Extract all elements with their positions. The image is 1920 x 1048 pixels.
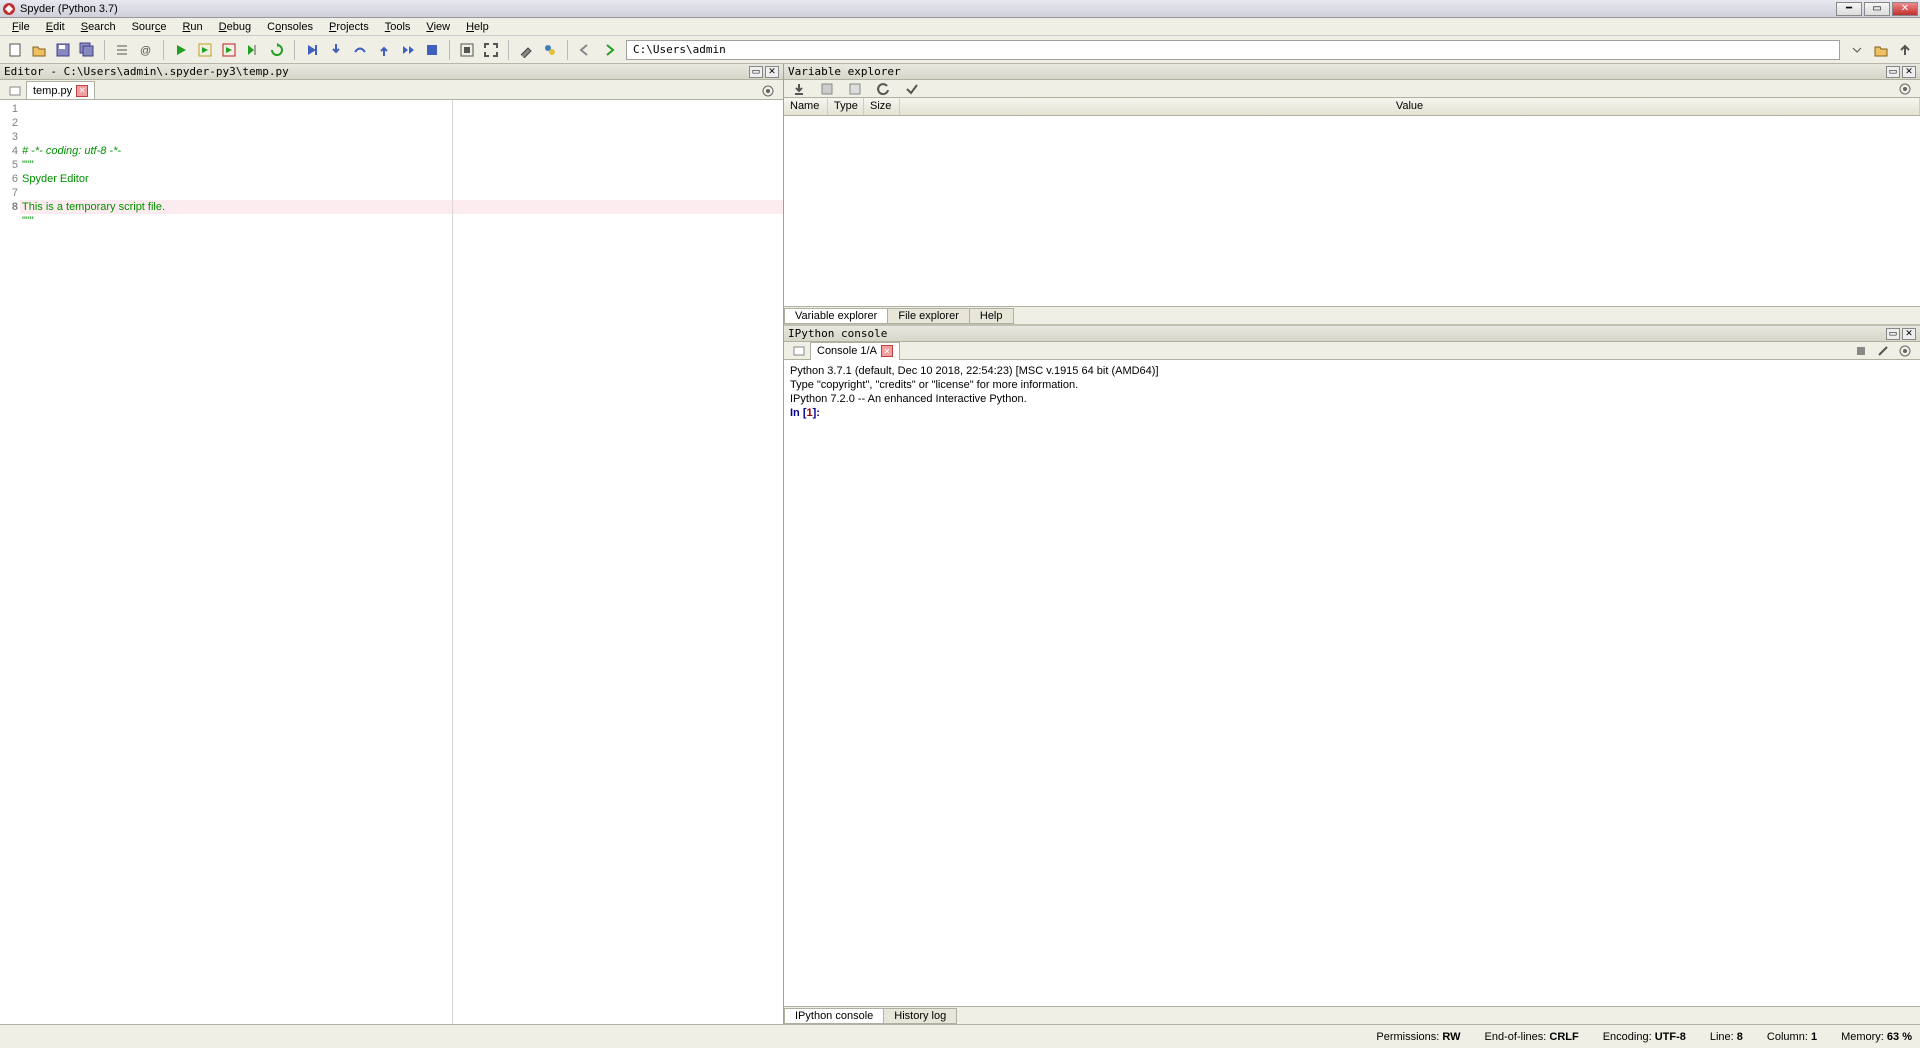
tab-history-log[interactable]: History log <box>883 1008 957 1024</box>
at-icon[interactable]: @ <box>135 39 157 61</box>
ipython-console-pane: IPython console ▭ ✕ Console 1/A ✕ Python… <box>784 326 1920 1024</box>
run-icon[interactable] <box>170 39 192 61</box>
forward-icon[interactable] <box>598 39 620 61</box>
tab-label: temp.py <box>33 85 72 97</box>
continue-icon[interactable] <box>397 39 419 61</box>
pythonpath-icon[interactable] <box>539 39 561 61</box>
maximize-button[interactable]: ▭ <box>1864 2 1890 16</box>
editor-pane: Editor - C:\Users\admin\.spyder-py3\temp… <box>0 64 784 1024</box>
status-permissions: Permissions: RW <box>1376 1031 1460 1043</box>
dropdown-icon[interactable] <box>1846 39 1868 61</box>
clear-console-icon[interactable] <box>1872 340 1894 362</box>
variable-table[interactable]: Name Type Size Value <box>784 98 1920 306</box>
variable-explorer-pane: Variable explorer ▭ ✕ Name Type Size Val… <box>784 64 1920 326</box>
debug-icon[interactable] <box>301 39 323 61</box>
tab-ipython-console[interactable]: IPython console <box>784 1008 884 1024</box>
menu-source[interactable]: Source <box>124 19 175 35</box>
ipy-undock-icon[interactable]: ▭ <box>1886 328 1900 340</box>
parent-dir-icon[interactable] <box>1894 39 1916 61</box>
spyder-icon <box>2 2 16 16</box>
stop-kernel-icon[interactable] <box>1850 340 1872 362</box>
rerun-icon[interactable] <box>266 39 288 61</box>
col-name[interactable]: Name <box>784 98 828 115</box>
tab-help[interactable]: Help <box>969 308 1014 324</box>
menu-edit[interactable]: Edit <box>38 19 73 35</box>
step-out-icon[interactable] <box>373 39 395 61</box>
open-file-icon[interactable] <box>28 39 50 61</box>
menu-search[interactable]: Search <box>73 19 124 35</box>
run-selection-icon[interactable] <box>242 39 264 61</box>
console-output[interactable]: Python 3.7.1 (default, Dec 10 2018, 22:5… <box>784 360 1920 1006</box>
col-value[interactable]: Value <box>900 98 1920 115</box>
working-dir-input[interactable]: C:\Users\admin <box>626 40 1840 60</box>
preferences-icon[interactable] <box>515 39 537 61</box>
ipy-title: IPython console <box>788 327 1884 340</box>
save-icon[interactable] <box>52 39 74 61</box>
tab-variable-explorer[interactable]: Variable explorer <box>784 308 888 324</box>
menu-view[interactable]: View <box>418 19 458 35</box>
menu-help[interactable]: Help <box>458 19 497 35</box>
status-line: Line: 8 <box>1710 1031 1743 1043</box>
editor-options-icon[interactable] <box>757 83 779 99</box>
step-over-icon[interactable] <box>349 39 371 61</box>
stop-debug-icon[interactable] <box>421 39 443 61</box>
editor-pane-title: Editor - C:\Users\admin\.spyder-py3\temp… <box>4 65 747 78</box>
run-cell-icon[interactable] <box>194 39 216 61</box>
console-tab-label: Console 1/A <box>817 345 877 357</box>
step-into-icon[interactable] <box>325 39 347 61</box>
menu-bar: File Edit Search Source Run Debug Consol… <box>0 18 1920 36</box>
back-icon[interactable] <box>574 39 596 61</box>
tab-console-1a[interactable]: Console 1/A ✕ <box>810 342 900 360</box>
col-type[interactable]: Type <box>828 98 864 115</box>
maximize-pane-icon[interactable] <box>456 39 478 61</box>
save-data-as-icon[interactable] <box>844 78 866 100</box>
varexp-close-icon[interactable]: ✕ <box>1902 66 1916 78</box>
run-cell-advance-icon[interactable] <box>218 39 240 61</box>
fullscreen-icon[interactable] <box>480 39 502 61</box>
import-data-icon[interactable] <box>788 78 810 100</box>
col-size[interactable]: Size <box>864 98 900 115</box>
window-title: Spyder (Python 3.7) <box>20 3 118 15</box>
console-browse-icon[interactable] <box>788 340 810 362</box>
editor-close-icon[interactable]: ✕ <box>765 66 779 78</box>
menu-run[interactable]: Run <box>174 19 210 35</box>
tab-close-icon[interactable]: ✕ <box>76 85 88 97</box>
close-button[interactable]: ✕ <box>1892 2 1918 16</box>
console-tab-close-icon[interactable]: ✕ <box>881 345 893 357</box>
minimize-button[interactable]: ━ <box>1836 2 1862 16</box>
refresh-icon[interactable] <box>872 78 894 100</box>
menu-projects[interactable]: Projects <box>321 19 377 35</box>
status-eol: End-of-lines: CRLF <box>1485 1031 1579 1043</box>
main-toolbar: @ C:\Users\admin <box>0 36 1920 64</box>
varexp-options-icon[interactable] <box>1894 78 1916 100</box>
varexp-title: Variable explorer <box>788 65 1884 78</box>
status-column: Column: 1 <box>1767 1031 1817 1043</box>
file-browse-icon[interactable] <box>4 83 26 99</box>
outline-icon[interactable] <box>111 39 133 61</box>
svg-text:@: @ <box>140 45 151 57</box>
title-bar: Spyder (Python 3.7) ━ ▭ ✕ <box>0 0 1920 18</box>
browse-dir-icon[interactable] <box>1870 39 1892 61</box>
tab-file-explorer[interactable]: File explorer <box>887 308 970 324</box>
menu-tools[interactable]: Tools <box>377 19 419 35</box>
save-all-icon[interactable] <box>76 39 98 61</box>
status-bar: Permissions: RW End-of-lines: CRLF Encod… <box>0 1024 1920 1048</box>
status-memory: Memory: 63 % <box>1841 1031 1912 1043</box>
new-file-icon[interactable] <box>4 39 26 61</box>
menu-consoles[interactable]: Consoles <box>259 19 321 35</box>
varexp-undock-icon[interactable]: ▭ <box>1886 66 1900 78</box>
tab-temp-py[interactable]: temp.py ✕ <box>26 81 95 99</box>
ipy-close-icon[interactable]: ✕ <box>1902 328 1916 340</box>
menu-file[interactable]: File <box>4 19 38 35</box>
menu-debug[interactable]: Debug <box>211 19 259 35</box>
console-options-icon[interactable] <box>1894 340 1916 362</box>
clear-vars-icon[interactable] <box>900 78 922 100</box>
save-data-icon[interactable] <box>816 78 838 100</box>
status-encoding: Encoding: UTF-8 <box>1603 1031 1686 1043</box>
code-editor[interactable]: 12345678 # -*- coding: utf-8 -*-"""Spyde… <box>0 100 783 1024</box>
editor-undock-icon[interactable]: ▭ <box>749 66 763 78</box>
